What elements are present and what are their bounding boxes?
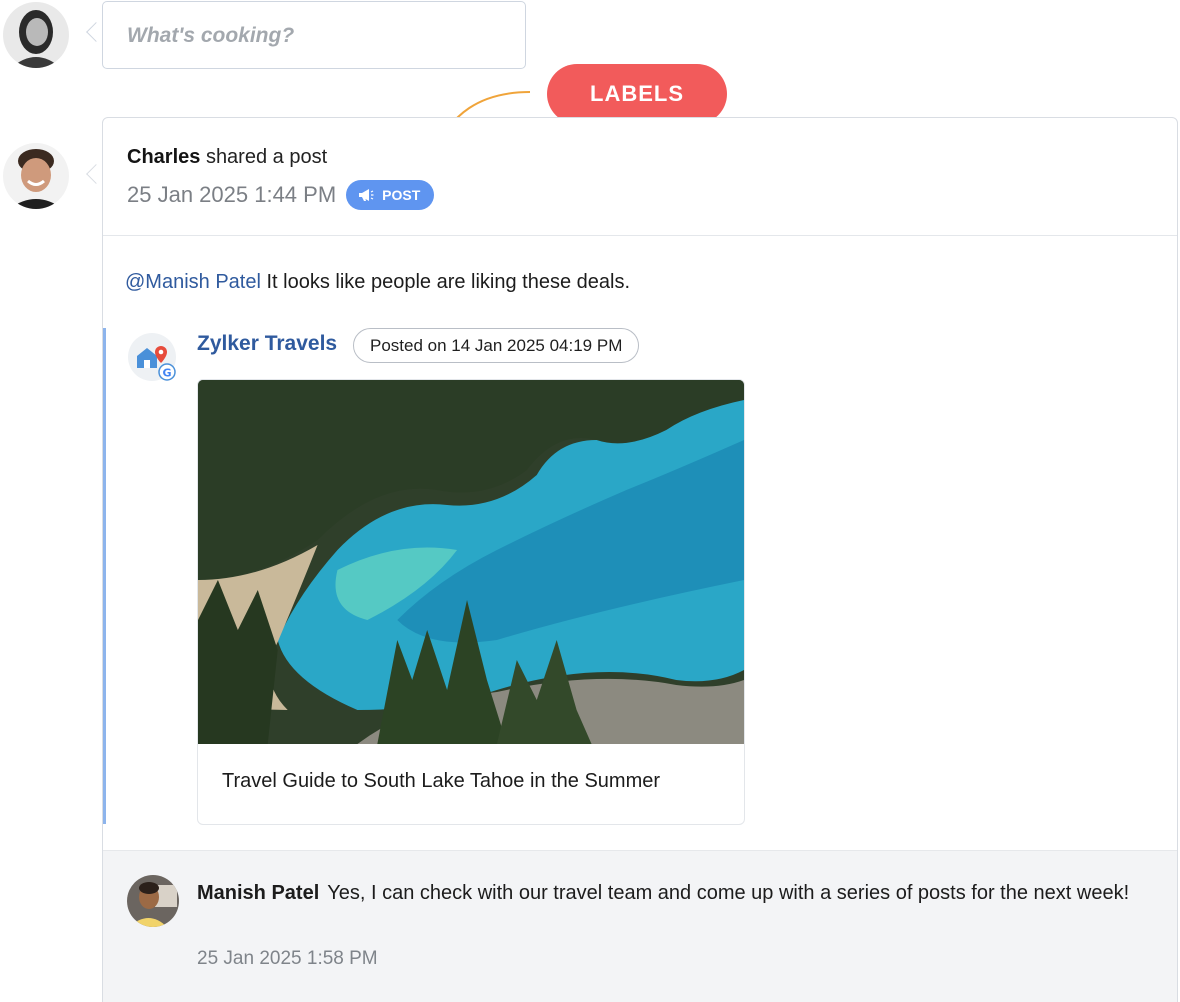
comment-author[interactable]: Manish Patel — [197, 882, 319, 904]
post-author[interactable]: Charles — [127, 146, 200, 168]
google-business-icon: G — [127, 332, 177, 382]
post-meta: 25 Jan 2025 1:44 PM POST — [127, 180, 435, 210]
post-badge-label: POST — [382, 187, 421, 203]
link-preview-card[interactable]: Travel Guide to South Lake Tahoe in the … — [197, 379, 745, 825]
post-action: shared a post — [205, 146, 328, 168]
lake-photo — [198, 380, 744, 744]
shared-post-bar — [103, 328, 106, 824]
post-header: Charles shared a post — [127, 146, 327, 169]
compose-box[interactable]: What's cooking? — [102, 1, 526, 69]
post-text: It looks like people are liking these de… — [266, 271, 631, 293]
post-card: Charles shared a post 25 Jan 2025 1:44 P… — [102, 117, 1178, 1002]
header-divider — [103, 235, 1177, 236]
commenter-avatar[interactable] — [127, 875, 179, 927]
comment-body: Manish Patel Yes, I can check with our tr… — [197, 878, 1147, 909]
author-avatar[interactable] — [3, 143, 69, 209]
shared-source-name[interactable]: Zylker Travels — [197, 332, 337, 356]
shared-posted-on: Posted on 14 Jan 2025 04:19 PM — [353, 328, 640, 363]
compose-placeholder: What's cooking? — [127, 24, 295, 47]
mention-link[interactable]: @Manish Patel — [125, 271, 261, 293]
svg-text:G: G — [162, 367, 171, 380]
post-body: @Manish Patel It looks like people are l… — [125, 271, 630, 294]
comment-section: Manish Patel Yes, I can check with our tr… — [103, 850, 1177, 1002]
post-timestamp: 25 Jan 2025 1:44 PM — [127, 182, 337, 207]
post-label-badge[interactable]: POST — [346, 180, 435, 210]
current-user-avatar[interactable] — [3, 2, 69, 68]
comment-text: Yes, I can check with our travel team an… — [327, 882, 1130, 904]
link-title[interactable]: Travel Guide to South Lake Tahoe in the … — [222, 770, 660, 793]
comment-timestamp: 25 Jan 2025 1:58 PM — [197, 948, 378, 969]
labels-callout: LABELS — [547, 64, 727, 124]
megaphone-icon — [359, 189, 374, 201]
